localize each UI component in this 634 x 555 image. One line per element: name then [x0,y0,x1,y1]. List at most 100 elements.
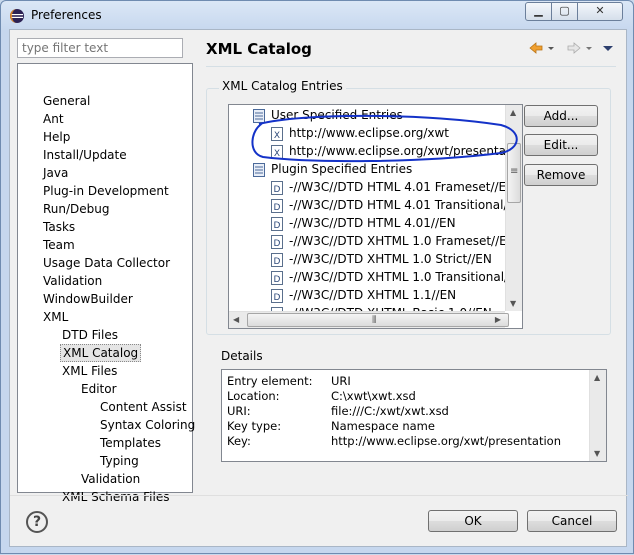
tree-vertical-scrollbar[interactable]: ▲ ≡ ▼ [505,105,522,311]
tree-entry-label: User Specified Entries [271,108,403,122]
nav-item[interactable]: XML Catalog [60,344,142,362]
window-title: Preferences [31,8,102,22]
page-title: XML Catalog [206,40,312,58]
nav-item[interactable]: Usage Data Collector [41,254,172,272]
title-separator [206,66,616,67]
forward-arrow-icon[interactable] [566,40,582,56]
nav-item[interactable]: Validation [41,272,104,290]
dtd-file-icon: D [271,234,283,249]
nav-item[interactable]: Team [41,236,77,254]
nav-item[interactable]: Java [41,164,70,182]
nav-item[interactable]: Ant [41,110,66,128]
scroll-left-icon[interactable]: ◀ [233,315,239,324]
detail-key: Location: [227,389,280,403]
nav-item[interactable]: Install/Update [41,146,129,164]
tree-entry-label: http://www.eclipse.org/xwt/presentation [289,144,523,158]
tree-entry[interactable]: D -//W3C//DTD HTML 4.01 Frameset//EN [271,178,515,196]
tree-entry[interactable]: D -//W3C//DTD XHTML 1.0 Strict//EN [271,250,492,268]
scroll-right-icon[interactable]: ▶ [495,315,501,324]
detail-row: Key: http://www.eclipse.org/xwt/presentat… [227,434,561,449]
detail-value: C:\xwt\xwt.xsd [331,389,416,403]
svg-text:D: D [274,239,281,249]
tree-entry[interactable]: D -//W3C//DTD HTML 4.01//EN [271,214,456,232]
dtd-file-icon: D [271,180,283,195]
add-button[interactable]: Add... [524,105,598,127]
remove-button[interactable]: Remove [524,164,598,186]
close-button[interactable]: ✕ [577,2,623,21]
detail-value: http://www.eclipse.org/xwt/presentation [331,434,561,448]
svg-text:D: D [274,275,281,285]
tree-entry-label: -//W3C//DTD HTML 4.01//EN [289,216,456,230]
tree-entry[interactable]: Xhttp://www.eclipse.org/xwt/presentation [271,142,523,160]
details-panel: Entry element: URI Location: C:\xwt\xwt.xsd… [221,369,607,462]
nav-item[interactable]: Templates [98,434,163,452]
title-bar[interactable]: Preferences ▁ ▢ ✕ [1,1,633,29]
svg-text:X: X [274,149,280,159]
svg-text:D: D [274,203,281,213]
scroll-down-icon[interactable]: ▼ [510,299,516,308]
svg-text:D: D [274,293,281,303]
filter-input[interactable] [17,38,183,58]
tree-entry[interactable]: D -//W3C//DTD HTML 4.01 Transitional//EN [271,196,522,214]
dtd-file-icon: D [271,288,283,303]
maximize-button[interactable]: ▢ [551,2,578,21]
tree-horizontal-thumb[interactable]: ⦀ [247,313,509,327]
nav-item[interactable]: Help [41,128,72,146]
detail-value: Namespace name [331,419,435,433]
nav-item[interactable]: Validation [79,470,142,488]
nav-item[interactable]: Editor [79,380,119,398]
detail-key: URI: [227,404,251,418]
minimize-button[interactable]: ▁ [525,2,552,21]
scroll-up-icon[interactable]: ▲ [510,108,516,117]
nav-item[interactable]: Typing [98,452,141,470]
tree-entry-label: -//W3C//DTD XHTML 1.0 Transitional//EN [289,270,523,284]
tree-entry-label: -//W3C//DTD HTML 4.01 Frameset//EN [289,180,516,194]
back-dropdown-icon[interactable] [546,40,556,56]
nav-item[interactable]: XML Files [60,362,119,380]
catalog-icon [253,108,265,123]
detail-row: Entry element: URI [227,374,351,389]
detail-value: file:///C:/xwt/xwt.xsd [331,404,449,418]
tree-entry[interactable]: D -//W3C//DTD XHTML 1.0 Frameset//EN [271,232,516,250]
nav-item[interactable]: Content Assist [98,398,189,416]
grip-icon: ≡ [510,166,519,177]
nav-item[interactable]: Tasks [41,218,77,236]
svg-text:D: D [274,221,281,231]
nav-item[interactable]: General [41,92,92,110]
nav-item[interactable]: XML [41,308,70,326]
tree-vertical-thumb[interactable]: ≡ [507,143,521,203]
detail-key: Key type: [227,419,282,433]
back-arrow-icon[interactable] [528,40,544,56]
help-icon[interactable]: ? [26,511,48,533]
details-scroll-up-icon[interactable]: ▲ [594,373,600,382]
svg-text:X: X [274,131,280,141]
tree-category[interactable]: User Specified Entries [253,106,403,124]
nav-item[interactable]: Plug-in Development [41,182,171,200]
dtd-file-icon: D [271,252,283,267]
preferences-window: Preferences ▁ ▢ ✕ GeneralAntHelpInstall/… [0,0,634,554]
details-scroll-down-icon[interactable]: ▼ [594,449,600,458]
forward-dropdown-icon[interactable] [584,40,594,56]
footer-separator [10,495,628,496]
nav-item[interactable]: WindowBuilder [41,290,135,308]
edit-button[interactable]: Edit... [524,134,598,156]
view-menu-icon[interactable] [602,40,614,56]
nav-item[interactable]: XML Schema Files [60,488,171,506]
tree-category[interactable]: Plugin Specified Entries [253,160,412,178]
nav-item[interactable]: DTD Files [60,326,120,344]
preference-tree[interactable]: General Ant Help Install/Update Java Plug-in … [17,63,195,504]
dtd-file-icon: D [271,270,283,285]
nav-item[interactable]: Syntax Coloring [98,416,197,434]
catalog-entries-tree[interactable]: User Specified Entries Xhttp://www.eclips… [228,104,523,329]
cancel-button[interactable]: Cancel [527,510,617,532]
tree-horizontal-scrollbar[interactable]: ◀ ⦀ ▶ [229,311,509,328]
tree-entry[interactable]: Xhttp://www.eclipse.org/xwt [271,124,449,142]
ok-button[interactable]: OK [428,510,518,532]
details-scrollbar[interactable]: ▲ ▼ [589,370,606,461]
tree-entry[interactable]: D -//W3C//DTD XHTML 1.1//EN [271,286,456,304]
nav-item[interactable]: Run/Debug [41,200,112,218]
minimize-icon: ▁ [534,4,543,17]
xml-file-icon: X [271,144,283,159]
detail-row: Location: C:\xwt\xwt.xsd [227,389,416,404]
tree-entry[interactable]: D -//W3C//DTD XHTML 1.0 Transitional//EN [271,268,523,286]
